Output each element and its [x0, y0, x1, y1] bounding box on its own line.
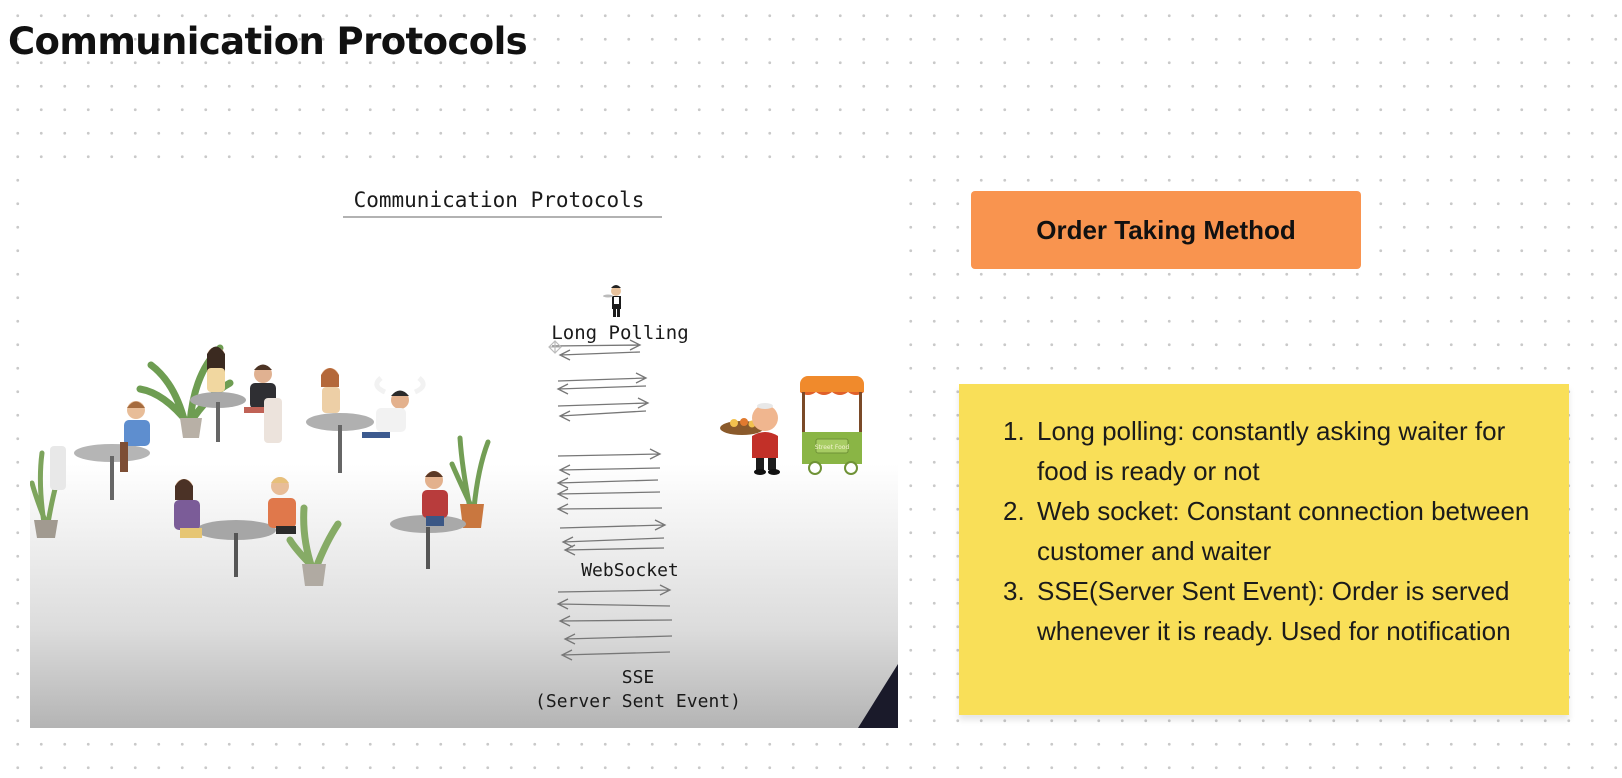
slide-image[interactable]: Communication Protocols Long Polling Web…	[30, 178, 898, 728]
sticky-note[interactable]: 1. Long polling: constantly asking waiter…	[959, 384, 1569, 715]
slide-heading: Communication Protocols	[354, 188, 645, 212]
cafe-table	[306, 368, 426, 473]
long-polling-label: Long Polling	[551, 322, 688, 344]
slide-illustration: Communication Protocols Long Polling Web…	[30, 188, 898, 728]
cafe-table	[390, 471, 466, 569]
websocket-label: WebSocket	[581, 560, 679, 581]
sse-arrows	[556, 584, 673, 661]
list-item: 3. SSE(Server Sent Event): Order is serve…	[1003, 571, 1551, 651]
cafe-table	[190, 346, 282, 443]
plant-icon	[449, 435, 491, 528]
long-polling-arrows	[551, 339, 650, 422]
food-cart-scene: Street Food	[720, 376, 864, 475]
page-title: Communication Protocols	[8, 20, 528, 63]
list-item-text: SSE(Server Sent Event): Order is served …	[1037, 576, 1511, 646]
corner-shape	[858, 664, 898, 728]
plant-icon	[286, 504, 342, 586]
list-item: 2. Web socket: Constant connection betwee…	[1003, 491, 1551, 571]
list-item-number: 2.	[1003, 496, 1025, 526]
cafe-table	[50, 401, 150, 500]
notes-list: 1. Long polling: constantly asking waiter…	[1003, 411, 1551, 651]
waiter-icon	[603, 285, 621, 317]
order-taking-method-button[interactable]: Order Taking Method	[971, 191, 1361, 269]
sse-sublabel: (Server Sent Event)	[535, 691, 741, 712]
cart-sign: Street Food	[815, 444, 850, 451]
list-item: 1. Long polling: constantly asking waiter…	[1003, 411, 1551, 491]
websocket-arrows	[556, 448, 667, 556]
list-item-text: Web socket: Constant connection between …	[1037, 496, 1530, 566]
list-item-number: 1.	[1003, 416, 1025, 446]
cafe-scene	[30, 344, 491, 586]
sse-label: SSE	[622, 667, 655, 688]
cafe-table	[174, 477, 296, 577]
list-item-number: 3.	[1003, 576, 1025, 606]
list-item-text: Long polling: constantly asking waiter f…	[1037, 416, 1506, 486]
